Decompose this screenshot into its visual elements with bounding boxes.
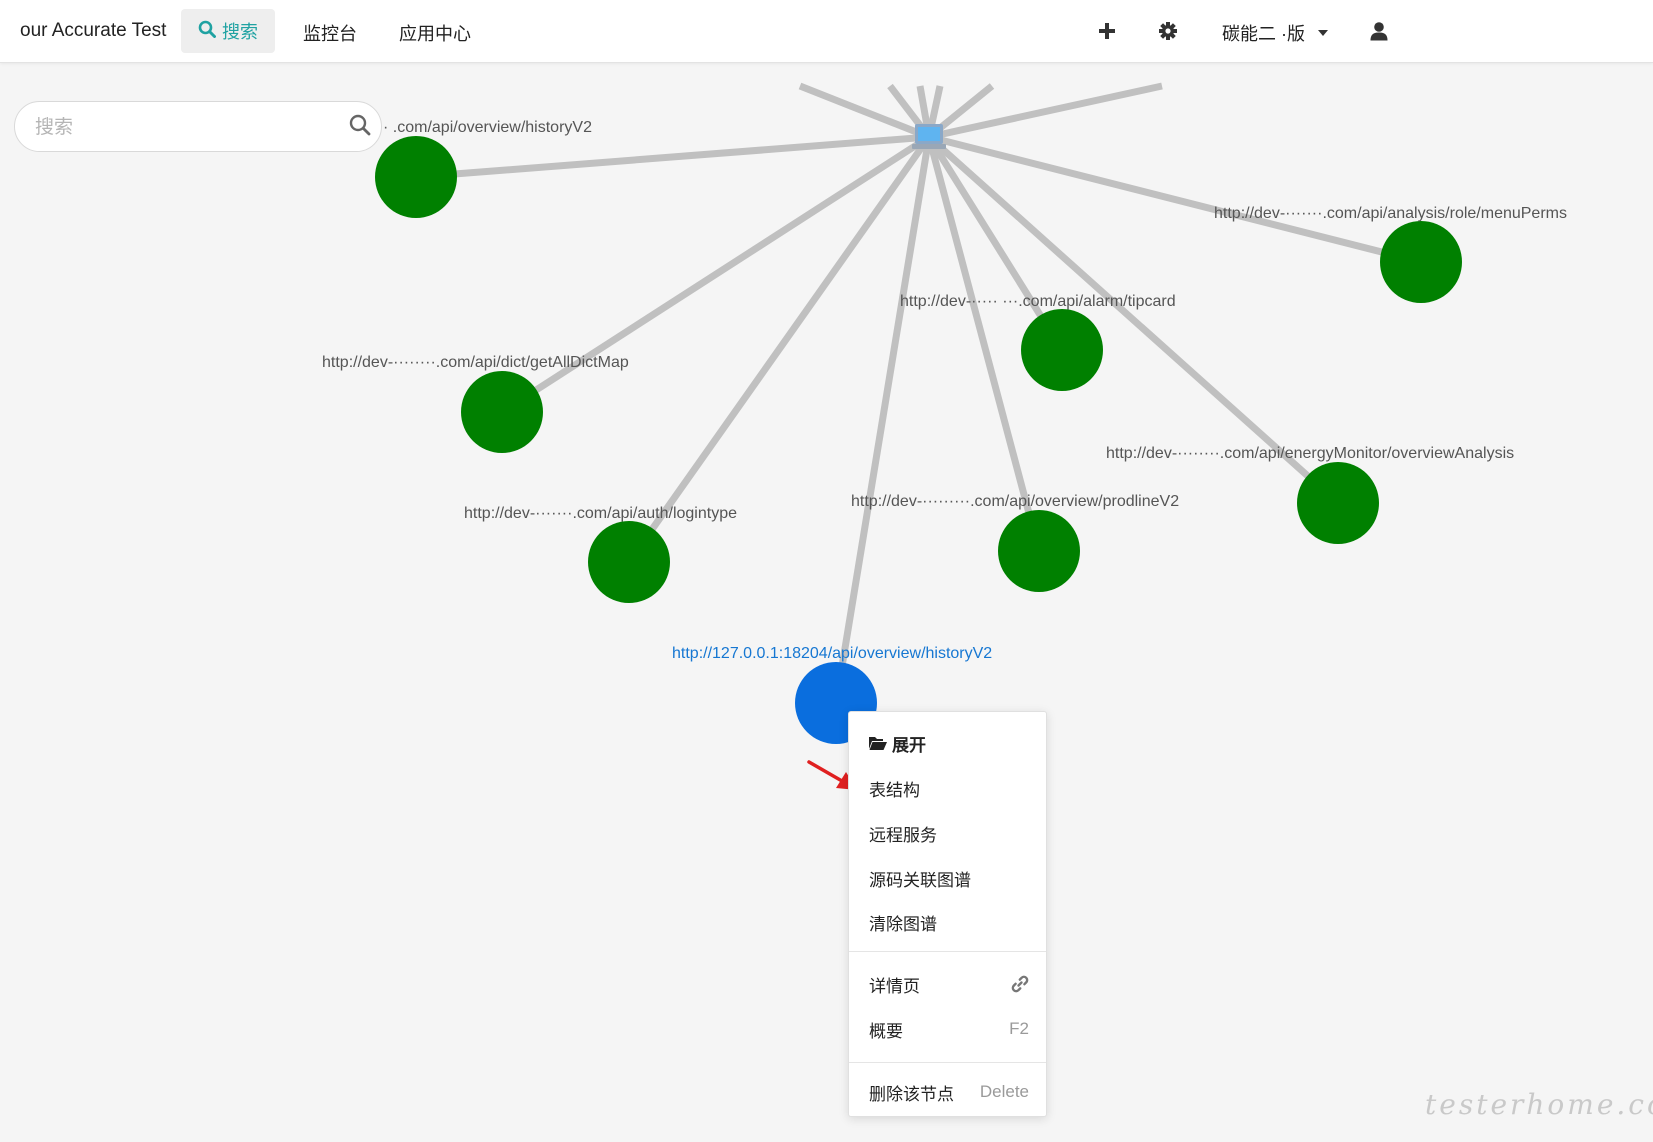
dependency-graph[interactable]: · .com/api/overview/historyV2 http://dev…: [0, 0, 1653, 1142]
graph-node[interactable]: http://dev-·······.com/api/analysis/role…: [1214, 205, 1567, 303]
menu-item-expand[interactable]: 展开: [869, 729, 1029, 757]
node-context-menu: 展开 表结构 远程服务 源码关联图谱 清除图谱 详情页 概要 F2 删除该节点 …: [848, 711, 1047, 1117]
menu-item-label: 清除图谱: [869, 914, 937, 934]
menu-item-summary[interactable]: 概要 F2: [869, 1015, 1029, 1043]
graph-node-label: http://dev-·······.com/api/analysis/role…: [1214, 205, 1567, 222]
graph-node-label: http://dev-········.com/api/energyMonito…: [1106, 445, 1514, 462]
graph-node[interactable]: http://dev-·······.com/api/auth/logintyp…: [464, 505, 737, 603]
menu-item-delete-node[interactable]: 删除该节点 Delete: [869, 1078, 1029, 1106]
menu-item-label: 表结构: [869, 780, 920, 800]
graph-node-label: http://127.0.0.1:18204/api/overview/hist…: [672, 645, 992, 662]
search-icon[interactable]: [349, 114, 371, 141]
graph-node-label: http://dev-········.com/api/dict/getAllD…: [322, 354, 629, 371]
graph-node-label: http://dev-····· ···.com/api/alarm/tipca…: [900, 293, 1176, 310]
graph-node-label: · .com/api/overview/historyV2: [383, 119, 592, 136]
graph-node-label: http://dev-·······.com/api/auth/logintyp…: [464, 505, 737, 522]
graph-search-box: [14, 101, 382, 152]
menu-item-source-graph[interactable]: 源码关联图谱: [869, 864, 1029, 892]
graph-node[interactable]: http://dev-····· ···.com/api/alarm/tipca…: [900, 293, 1176, 391]
menu-item-label: 远程服务: [869, 825, 937, 845]
menu-item-label: 详情页: [869, 976, 920, 996]
graph-edge: [832, 136, 933, 704]
graph-edge: [415, 133, 930, 181]
folder-open-icon: [869, 736, 887, 750]
menu-item-details[interactable]: 详情页: [869, 970, 1029, 998]
graph-node-label: http://dev-·········.com/api/overview/pr…: [851, 493, 1179, 510]
menu-divider: [849, 951, 1046, 952]
computer-icon[interactable]: [912, 124, 946, 149]
graph-edges: [415, 82, 1422, 704]
menu-item-label: 删除该节点: [869, 1084, 954, 1104]
watermark: testerhome.com: [1425, 1088, 1653, 1121]
menu-item-remote-service[interactable]: 远程服务: [869, 819, 1029, 847]
graph-node[interactable]: http://dev-········.com/api/dict/getAllD…: [322, 354, 629, 453]
menu-item-label: 源码关联图谱: [869, 870, 971, 890]
menu-divider: [849, 1062, 1046, 1063]
shortcut-hint: Delete: [979, 1082, 1029, 1101]
graph-node[interactable]: http://dev-·········.com/api/overview/pr…: [851, 493, 1179, 592]
graph-search-input[interactable]: [33, 114, 337, 142]
menu-item-label: 概要: [869, 1021, 903, 1041]
link-icon: [1011, 975, 1029, 998]
shortcut-hint: F2: [1009, 1019, 1029, 1038]
menu-item-table-structure[interactable]: 表结构: [869, 774, 1029, 802]
menu-item-label: 展开: [892, 735, 926, 755]
menu-item-clear-graph[interactable]: 清除图谱: [869, 908, 1029, 936]
